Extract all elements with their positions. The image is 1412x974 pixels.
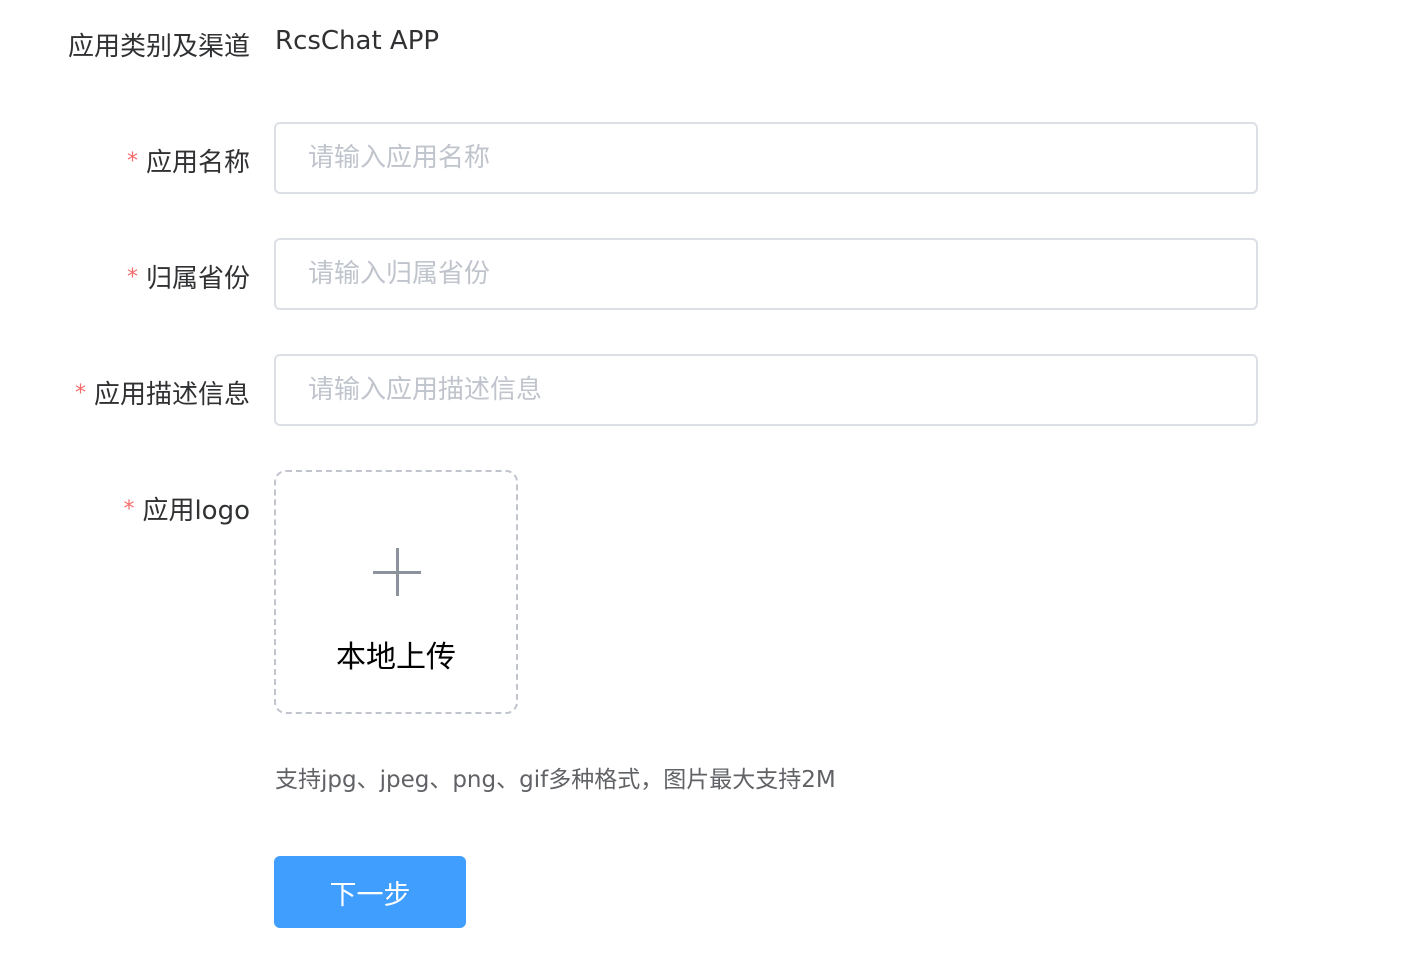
province-label-text: 归属省份 bbox=[145, 264, 250, 294]
required-mark: * bbox=[126, 149, 138, 174]
logo-upload-area[interactable]: 本地上传 bbox=[274, 470, 518, 714]
upload-label: 本地上传 bbox=[336, 640, 456, 675]
description-label-text: 应用描述信息 bbox=[93, 380, 250, 410]
app-name-label-text: 应用名称 bbox=[145, 148, 250, 178]
next-step-button[interactable]: 下一步 bbox=[274, 856, 466, 928]
required-mark: * bbox=[123, 497, 135, 522]
province-label: * 归属省份 bbox=[10, 258, 250, 295]
category-label-text: 应用类别及渠道 bbox=[67, 32, 250, 62]
logo-label: * 应用logo bbox=[10, 490, 250, 527]
required-mark: * bbox=[74, 381, 86, 406]
category-label: 应用类别及渠道 bbox=[10, 26, 250, 63]
category-value: RcsChat APP bbox=[275, 26, 440, 56]
required-mark: * bbox=[126, 265, 138, 290]
plus-icon bbox=[373, 548, 421, 596]
app-name-label: * 应用名称 bbox=[10, 142, 250, 179]
province-input[interactable] bbox=[274, 238, 1258, 310]
description-input[interactable] bbox=[274, 354, 1258, 426]
app-name-input[interactable] bbox=[274, 122, 1258, 194]
description-label: * 应用描述信息 bbox=[10, 374, 250, 411]
logo-label-text: 应用logo bbox=[142, 496, 250, 526]
upload-hint: 支持jpg、jpeg、png、gif多种格式，图片最大支持2M bbox=[275, 767, 836, 793]
